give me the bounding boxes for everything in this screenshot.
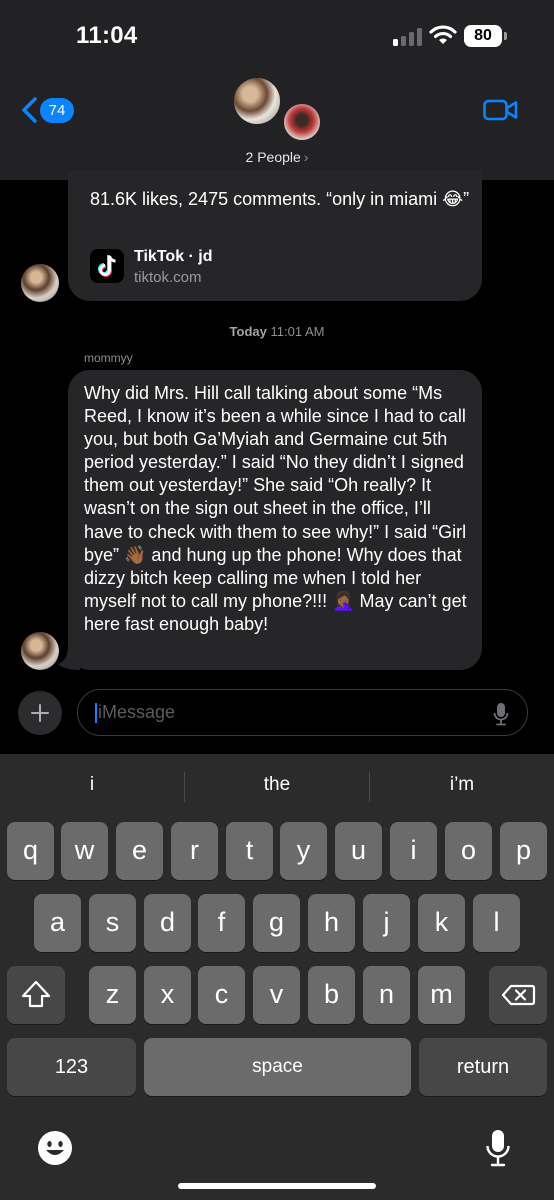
key-t[interactable]: t <box>226 822 273 880</box>
suggestion-2[interactable]: the <box>185 774 369 796</box>
key-p[interactable]: p <box>500 822 547 880</box>
key-m[interactable]: m <box>418 966 465 1024</box>
link-site-name: TikTok · jd <box>134 248 213 265</box>
key-q[interactable]: q <box>7 822 54 880</box>
mic-icon[interactable] <box>493 702 509 726</box>
tiktok-icon <box>90 249 124 283</box>
shift-icon <box>21 980 51 1008</box>
sender-avatar[interactable] <box>21 632 59 670</box>
message-bubble[interactable]: Why did Mrs. Hill call talking about som… <box>68 370 482 670</box>
key-z[interactable]: z <box>89 966 136 1024</box>
key-o[interactable]: o <box>445 822 492 880</box>
contact-avatar[interactable] <box>232 76 282 126</box>
unread-count-badge: 74 <box>40 98 74 123</box>
shift-key[interactable] <box>7 966 65 1024</box>
key-i[interactable]: i <box>390 822 437 880</box>
chevron-right-icon: › <box>303 149 309 165</box>
add-attachment-button[interactable] <box>18 691 62 735</box>
group-details-link[interactable]: 2 People › <box>0 149 554 165</box>
key-g[interactable]: g <box>253 894 300 952</box>
key-f[interactable]: f <box>198 894 245 952</box>
space-key[interactable]: space <box>144 1038 411 1096</box>
key-d[interactable]: d <box>144 894 191 952</box>
home-indicator[interactable] <box>178 1183 376 1189</box>
conversation-header: 11:04 80 74 2 People › <box>0 0 554 180</box>
key-v[interactable]: v <box>253 966 300 1024</box>
key-e[interactable]: e <box>116 822 163 880</box>
contact-avatar-second[interactable] <box>282 102 322 142</box>
key-c[interactable]: c <box>198 966 245 1024</box>
predictive-bar: i the i’m <box>0 754 554 818</box>
sender-avatar[interactable] <box>21 264 59 302</box>
link-domain: tiktok.com <box>134 269 202 286</box>
suggestion-3[interactable]: i’m <box>370 774 554 796</box>
message-placeholder: iMessage <box>98 702 176 722</box>
message-input[interactable]: iMessage <box>77 689 528 736</box>
key-n[interactable]: n <box>363 966 410 1024</box>
text-cursor <box>95 703 97 723</box>
key-a[interactable]: a <box>34 894 81 952</box>
back-chevron-icon <box>22 97 37 123</box>
sender-name: mommyy <box>84 351 133 365</box>
key-k[interactable]: k <box>418 894 465 952</box>
signal-icon <box>393 28 423 46</box>
link-preview-bubble[interactable]: 81.6K likes, 2475 comments. “only in mia… <box>68 170 482 301</box>
key-r[interactable]: r <box>171 822 218 880</box>
emoji-icon[interactable] <box>37 1130 73 1166</box>
key-w[interactable]: w <box>61 822 108 880</box>
people-label: 2 People <box>245 149 301 165</box>
key-u[interactable]: u <box>335 822 382 880</box>
back-button[interactable]: 74 <box>20 94 76 126</box>
timestamp-day: Today <box>229 324 267 339</box>
delete-key[interactable] <box>489 966 547 1024</box>
suggestion-1[interactable]: i <box>0 774 184 796</box>
key-b[interactable]: b <box>308 966 355 1024</box>
link-caption: 81.6K likes, 2475 comments. “only in mia… <box>90 189 470 209</box>
return-key[interactable]: return <box>419 1038 547 1096</box>
timestamp-time: 11:01 AM <box>270 324 325 339</box>
message-text: Why did Mrs. Hill call talking about som… <box>84 383 467 634</box>
key-h[interactable]: h <box>308 894 355 952</box>
key-l[interactable]: l <box>473 894 520 952</box>
key-j[interactable]: j <box>363 894 410 952</box>
battery-level: 80 <box>464 25 502 47</box>
battery-icon: 80 <box>464 25 508 47</box>
status-time: 11:04 <box>76 22 138 49</box>
message-timestamp: Today 11:01 AM <box>0 324 554 339</box>
numbers-key[interactable]: 123 <box>7 1038 136 1096</box>
key-x[interactable]: x <box>144 966 191 1024</box>
key-y[interactable]: y <box>280 822 327 880</box>
key-s[interactable]: s <box>89 894 136 952</box>
video-icon[interactable] <box>483 98 519 122</box>
wifi-icon <box>429 25 457 44</box>
delete-icon <box>501 984 536 1006</box>
bubble-tail <box>58 646 80 670</box>
dictation-mic-icon[interactable] <box>485 1128 511 1168</box>
